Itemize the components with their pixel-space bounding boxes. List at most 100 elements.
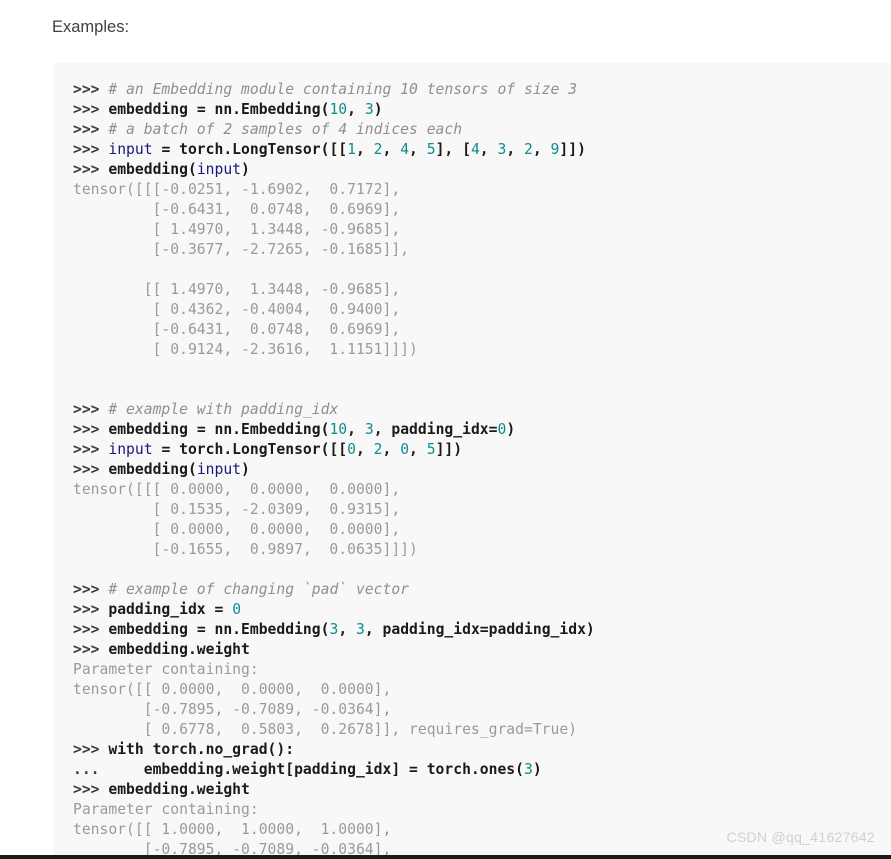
code-token-plain: , [347, 101, 365, 118]
code-token-plain: nn.Embedding( [214, 101, 330, 118]
code-token-num: 3 [364, 421, 374, 438]
code-line: >>> with torch.no_grad(): [73, 740, 891, 760]
code-token-prompt: >>> [73, 121, 109, 138]
code-token-num: 10 [329, 101, 348, 118]
code-token-out: [[ 1.4970, 1.3448, -0.9685], [73, 281, 401, 298]
code-token-plain: torch.LongTensor([[ [179, 141, 348, 158]
code-token-plain: torch.ones( [426, 761, 524, 778]
code-token-num: 4 [470, 141, 480, 158]
code-line: >>> embedding(input) [73, 460, 891, 480]
code-token-num: 3 [356, 621, 365, 638]
code-line: [ 0.6778, 0.5803, 0.2678]], requires_gra… [73, 720, 891, 740]
code-line: >>> embedding = nn.Embedding(10, 3, padd… [73, 420, 891, 440]
code-token-name: input [196, 461, 242, 478]
csdn-watermark: CSDN @qq_41627642 [726, 829, 875, 845]
code-token-plain: , [355, 441, 374, 458]
code-token-out: [ 0.1535, -2.0309, 0.9315], [73, 501, 401, 518]
code-token-out: [ 0.9124, -2.3616, 1.1151]]]) [73, 341, 418, 358]
code-token-prompt: >>> [73, 641, 109, 658]
code-token-plain: nn.Embedding( [214, 421, 330, 438]
code-line: >>> # example with padding_idx [73, 400, 891, 420]
code-token-plain: , padding_idx=padding_idx) [364, 621, 595, 638]
code-token-comment: # example of changing `pad` vector [108, 581, 410, 598]
code-line: [ 0.4362, -0.4004, 0.9400], [73, 300, 891, 320]
code-token-prompt: ... [73, 761, 109, 778]
documentation-page: Examples: >>> # an Embedding module cont… [0, 0, 891, 859]
code-token-out: Parameter containing: [73, 661, 259, 678]
code-line: [ 0.9124, -2.3616, 1.1151]]]) [73, 340, 891, 360]
code-token-plain: torch.no_grad(): [152, 741, 295, 758]
code-token-plain: , [382, 141, 401, 158]
code-example-block: >>> # an Embedding module containing 10 … [53, 63, 891, 859]
code-line: [-0.6431, 0.0748, 0.6969], [73, 200, 891, 220]
code-token-plain: ) [373, 101, 383, 118]
code-token-num: 3 [497, 141, 507, 158]
code-token-plain: , [506, 141, 525, 158]
code-line: >>> embedding = nn.Embedding(3, 3, paddi… [73, 620, 891, 640]
code-token-prompt: >>> [73, 581, 109, 598]
code-token-prompt: >>> [73, 161, 109, 178]
code-line: >>> # example of changing `pad` vector [73, 580, 891, 600]
code-token-num: 3 [364, 101, 374, 118]
code-line: >>> padding_idx = 0 [73, 600, 891, 620]
code-token-plain: , [338, 621, 356, 638]
code-token-comment: # example with padding_idx [108, 401, 339, 418]
code-token-out: [-0.3677, -2.7265, -0.1685]], [73, 241, 410, 258]
code-token-out: tensor([[ 1.0000, 1.0000, 1.0000], [73, 821, 392, 838]
code-token-out: [-0.7895, -0.7089, -0.0364], [73, 701, 392, 718]
code-token-plain: , [382, 441, 401, 458]
code-token-name: input [108, 441, 162, 458]
code-token-num: 2 [373, 141, 383, 158]
code-token-out: [ 1.4970, 1.3448, -0.9685], [73, 221, 401, 238]
code-token-prompt: >>> [73, 421, 109, 438]
code-token-plain: embedding [108, 421, 197, 438]
code-token-num: 0 [232, 601, 242, 618]
code-token-plain: embedding [108, 101, 197, 118]
code-token-comment: # an Embedding module containing 10 tens… [108, 81, 578, 98]
code-token-op: = [161, 441, 180, 458]
code-token-num: 0 [400, 441, 410, 458]
code-line: [ 0.0000, 0.0000, 0.0000], [73, 520, 891, 540]
code-line: [ 0.1535, -2.0309, 0.9315], [73, 500, 891, 520]
code-token-plain: ) [241, 461, 250, 478]
code-token-num: 0 [497, 421, 507, 438]
code-token-num: 1 [347, 141, 356, 158]
code-token-out: tensor([[[ 0.0000, 0.0000, 0.0000], [73, 481, 401, 498]
code-token-plain: nn.Embedding( [214, 621, 330, 638]
code-token-out: [ 0.4362, -0.4004, 0.9400], [73, 301, 401, 318]
code-token-kw: with [108, 741, 153, 758]
code-token-num: 3 [329, 621, 339, 638]
code-lines-container: >>> # an Embedding module containing 10 … [53, 80, 891, 859]
code-line: tensor([[[ 0.0000, 0.0000, 0.0000], [73, 480, 891, 500]
page-title: Examples: [52, 18, 130, 36]
code-line: >>> # a batch of 2 samples of 4 indices … [73, 120, 891, 140]
code-token-prompt: >>> [73, 461, 109, 478]
code-token-op: = [161, 141, 180, 158]
code-token-num: 2 [524, 141, 533, 158]
code-token-name: input [108, 141, 162, 158]
code-token-plain: ) [506, 421, 516, 438]
code-token-plain: , [409, 441, 427, 458]
code-token-comment: # a batch of 2 samples of 4 indices each [108, 121, 463, 138]
code-token-num: 5 [426, 141, 436, 158]
code-token-num: 4 [400, 141, 410, 158]
code-token-plain: , [532, 141, 551, 158]
code-token-out: tensor([[ 0.0000, 0.0000, 0.0000], [73, 681, 392, 698]
code-token-num: 5 [426, 441, 436, 458]
code-token-plain: embedding( [108, 161, 197, 178]
code-token-prompt: >>> [73, 81, 109, 98]
code-token-plain: , [479, 141, 498, 158]
code-line: >>> embedding.weight [73, 780, 891, 800]
code-token-prompt: >>> [73, 441, 109, 458]
code-line: [-0.7895, -0.7089, -0.0364], [73, 700, 891, 720]
code-token-op: = [409, 761, 427, 778]
code-token-plain: embedding.weight [108, 781, 250, 798]
code-token-prompt: >>> [73, 601, 109, 618]
code-line: Parameter containing: [73, 800, 891, 820]
code-token-plain: torch.LongTensor([[ [179, 441, 348, 458]
code-token-num: 3 [524, 761, 533, 778]
code-token-out: [-0.6431, 0.0748, 0.6969], [73, 321, 401, 338]
